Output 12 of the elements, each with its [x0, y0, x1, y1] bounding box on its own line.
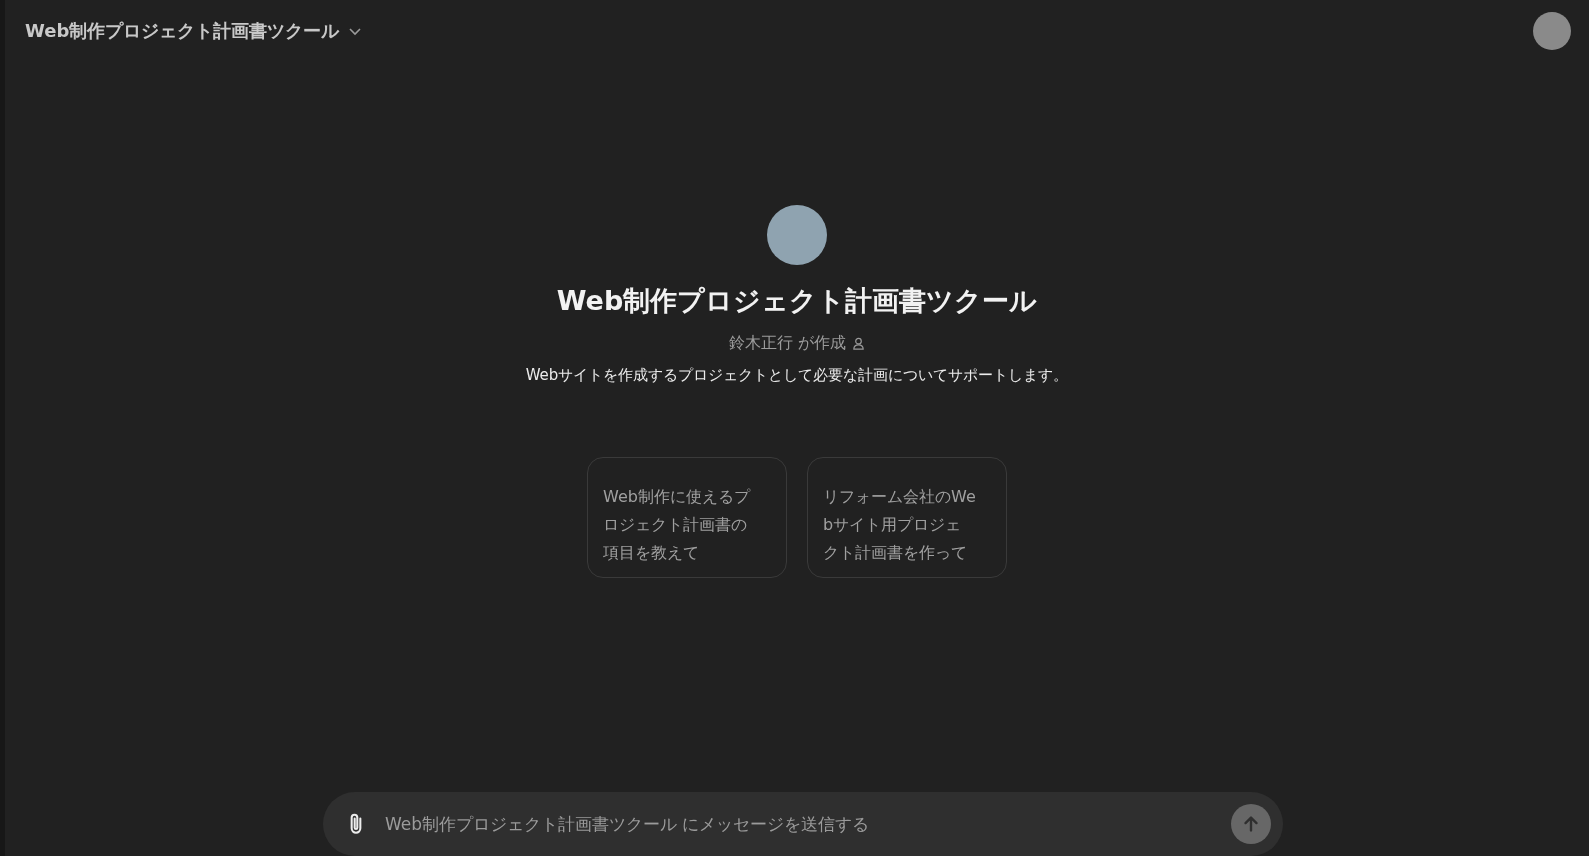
gpt-name: Web制作プロジェクト計画書ツクール — [556, 284, 1038, 318]
send-button[interactable] — [1231, 804, 1271, 844]
person-icon — [852, 337, 866, 350]
photo-placeholder — [767, 205, 827, 265]
gpt-description: Webサイトを作成するプロジェクトとして必要な計画についてサポートします。 — [525, 366, 1069, 385]
author-text: 鈴木正行 が作成 — [728, 333, 847, 354]
message-input[interactable]: Web制作プロジェクト計画書ツクール にメッセージを送信する — [383, 813, 1217, 835]
suggestion-card[interactable]: リフォーム会社のWebサイト用プロジェクト計画書を作って — [807, 457, 1007, 578]
message-composer[interactable]: Web制作プロジェクト計画書ツクール にメッセージを送信する — [323, 792, 1283, 856]
user-avatar[interactable] — [1533, 12, 1571, 50]
suggestion-card[interactable]: Web制作に使えるプロジェクト計画書の項目を教えて — [587, 457, 787, 578]
gpt-title-dropdown[interactable]: Web制作プロジェクト計画書ツクール — [20, 15, 369, 47]
